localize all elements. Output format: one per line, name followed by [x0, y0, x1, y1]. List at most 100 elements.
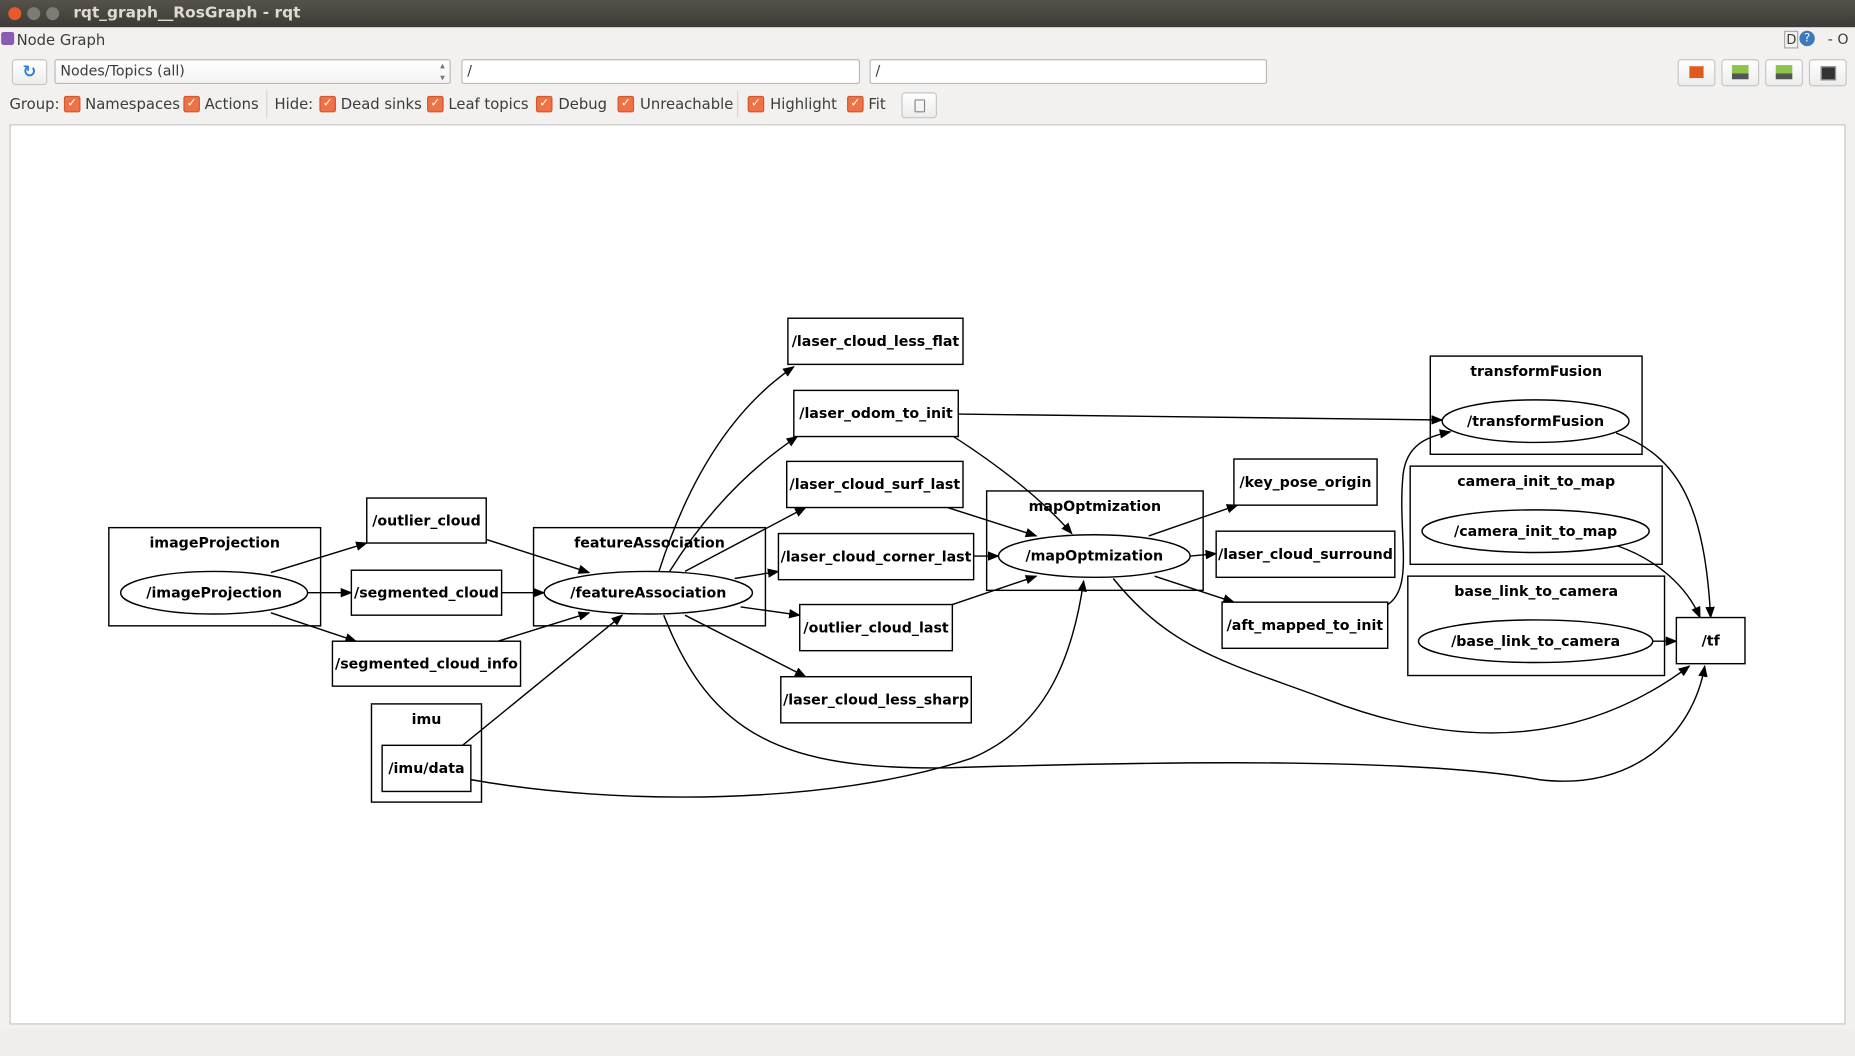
topic-outlier_cloud[interactable]: /outlier_cloud	[366, 497, 487, 544]
dead-sinks-checkbox[interactable]: ✓	[319, 95, 336, 113]
node-label: /base_link_to_camera	[1451, 634, 1620, 650]
cluster-label: imageProjection	[149, 536, 280, 552]
actions-label: Actions	[204, 94, 259, 113]
topic-label: /laser_odom_to_init	[799, 406, 953, 422]
rqt-window: rqt_graph__RosGraph - rqt Node Graph D ?…	[0, 0, 1855, 1056]
topic-filter-input[interactable]: /	[869, 59, 1268, 84]
topic-label: /laser_cloud_surf_last	[790, 477, 961, 493]
save-dot-button[interactable]	[1721, 59, 1760, 87]
refresh-icon: ↻	[22, 62, 37, 82]
image-icon	[1820, 66, 1837, 81]
view-mode-value: Nodes/Topics (all)	[60, 62, 185, 80]
folder-icon	[1689, 66, 1704, 79]
highlight-checkbox[interactable]: ✓	[747, 95, 765, 113]
node-label: /camera_init_to_map	[1454, 524, 1617, 540]
fit-icon	[914, 99, 926, 113]
node-imageProjection[interactable]: /imageProjection	[119, 570, 309, 615]
plugin-bar: Node Graph D ? - O	[0, 28, 1855, 52]
window-title: rqt_graph__RosGraph - rqt	[73, 4, 301, 23]
node-transformFusion[interactable]: /transformFusion	[1441, 399, 1630, 444]
edge-loti-to-mo	[953, 435, 1073, 535]
node-base_link_to_camera[interactable]: /base_link_to_camera	[1417, 619, 1654, 664]
edge-ip-to-oc	[270, 541, 368, 574]
topic-label: /imu/data	[388, 761, 464, 777]
load-dot-button[interactable]	[1677, 59, 1716, 87]
topic-label: /aft_mapped_to_init	[1227, 618, 1384, 634]
fit-view-button[interactable]	[901, 92, 937, 119]
fit-checkbox[interactable]: ✓	[847, 95, 864, 113]
graph-canvas[interactable]: imageProjection featureAssociation mapOptm…	[9, 124, 1846, 1025]
topic-label: /laser_cloud_corner_last	[781, 549, 972, 565]
debug-label: Debug	[558, 94, 608, 113]
cluster-label: mapOptmization	[1029, 499, 1161, 515]
save-svg-button[interactable]	[1765, 59, 1803, 87]
debug-checkbox[interactable]: ✓	[535, 95, 553, 113]
title-bar: rqt_graph__RosGraph - rqt	[0, 0, 1855, 28]
topic-laser_cloud_less_sharp[interactable]: /laser_cloud_less_sharp	[780, 675, 972, 724]
maximize-window-button[interactable]	[46, 7, 60, 21]
edge-loti-to-tfu	[958, 413, 1444, 425]
cluster-label: imu	[412, 712, 442, 728]
topic-laser_cloud_surf_last[interactable]: /laser_cloud_surf_last	[786, 460, 964, 509]
topic-laser_cloud_corner_last[interactable]: /laser_cloud_corner_last	[777, 532, 975, 581]
topic-label: /segmented_cloud_info	[335, 656, 518, 672]
node-camera_init_to_map[interactable]: /camera_init_to_map	[1421, 509, 1650, 554]
save-image-button[interactable]	[1808, 59, 1847, 87]
refresh-button[interactable]: ↻	[11, 59, 48, 86]
leaf-topics-checkbox[interactable]: ✓	[427, 95, 444, 113]
divider	[266, 91, 268, 118]
help-icon[interactable]: ?	[1799, 30, 1815, 47]
topic-label: /key_pose_origin	[1239, 475, 1371, 491]
fit-label: Fit	[868, 94, 886, 113]
view-mode-select[interactable]: Nodes/Topics (all) ▴ ▾	[54, 59, 451, 84]
leaf-topics-label: Leaf topics	[448, 94, 529, 113]
topic-segmented_cloud[interactable]: /segmented_cloud	[350, 569, 503, 616]
topic-laser_cloud_surround[interactable]: /laser_cloud_surround	[1215, 530, 1396, 579]
cluster-label: transformFusion	[1470, 364, 1602, 380]
topic-key_pose_origin[interactable]: /key_pose_origin	[1233, 458, 1378, 506]
topic-laser_cloud_less_flat[interactable]: /laser_cloud_less_flat	[787, 317, 964, 366]
status-bar	[0, 1029, 1855, 1056]
dock-button[interactable]: D	[1784, 30, 1799, 49]
save-icon	[1731, 65, 1749, 80]
topic-label: /laser_cloud_less_sharp	[783, 693, 969, 709]
topic-label: /tf	[1702, 633, 1721, 649]
divider	[737, 91, 739, 118]
node-graph-icon	[1, 31, 15, 45]
minimize-window-button[interactable]	[27, 7, 41, 21]
plugin-title: Node Graph	[16, 30, 106, 49]
namespaces-checkbox[interactable]: ✓	[63, 95, 81, 113]
group-label: Group:	[9, 94, 60, 113]
topic-aft_mapped_to_init[interactable]: /aft_mapped_to_init	[1221, 601, 1389, 650]
unreachable-checkbox[interactable]: ✓	[617, 95, 635, 113]
node-mapOptmization[interactable]: /mapOptmization	[997, 534, 1191, 579]
cluster-label: base_link_to_camera	[1454, 584, 1618, 600]
edge-lcsl-to-mo	[947, 506, 1038, 538]
topic-label: /laser_cloud_less_flat	[792, 334, 960, 350]
dead-sinks-label: Dead sinks	[340, 94, 422, 113]
topic-segmented_cloud_info[interactable]: /segmented_cloud_info	[331, 640, 522, 687]
unreachable-label: Unreachable	[640, 94, 734, 113]
cluster-label: featureAssociation	[574, 536, 725, 552]
plugin-window-controls[interactable]: - O	[1828, 31, 1849, 48]
edge-amti-to-tfu	[1387, 429, 1452, 606]
node-label: /transformFusion	[1467, 414, 1604, 430]
edge-imu-to-mo	[470, 579, 1087, 798]
edge-mo-to-amti	[1154, 575, 1236, 604]
edge-sci-to-fa	[497, 611, 591, 642]
actions-checkbox[interactable]: ✓	[183, 95, 200, 113]
topic-imu/data[interactable]: /imu/data	[381, 744, 472, 793]
topic-tf[interactable]: /tf	[1675, 616, 1746, 665]
close-window-button[interactable]	[8, 7, 22, 21]
topic-label: /outlier_cloud_last	[803, 620, 949, 636]
node-featureAssociation[interactable]: /featureAssociation	[543, 570, 754, 615]
select-arrows-icon: ▴ ▾	[440, 60, 445, 83]
topic-outlier_cloud_last[interactable]: /outlier_cloud_last	[799, 603, 954, 652]
namespace-filter-input[interactable]: /	[461, 59, 861, 84]
namespaces-label: Namespaces	[85, 94, 180, 113]
topic-label: /outlier_cloud	[372, 513, 481, 529]
topic-laser_odom_to_init[interactable]: /laser_odom_to_init	[793, 389, 959, 438]
node-label: /featureAssociation	[570, 585, 726, 601]
save-icon	[1775, 65, 1793, 80]
edge-fa-to-lcls	[684, 614, 807, 678]
